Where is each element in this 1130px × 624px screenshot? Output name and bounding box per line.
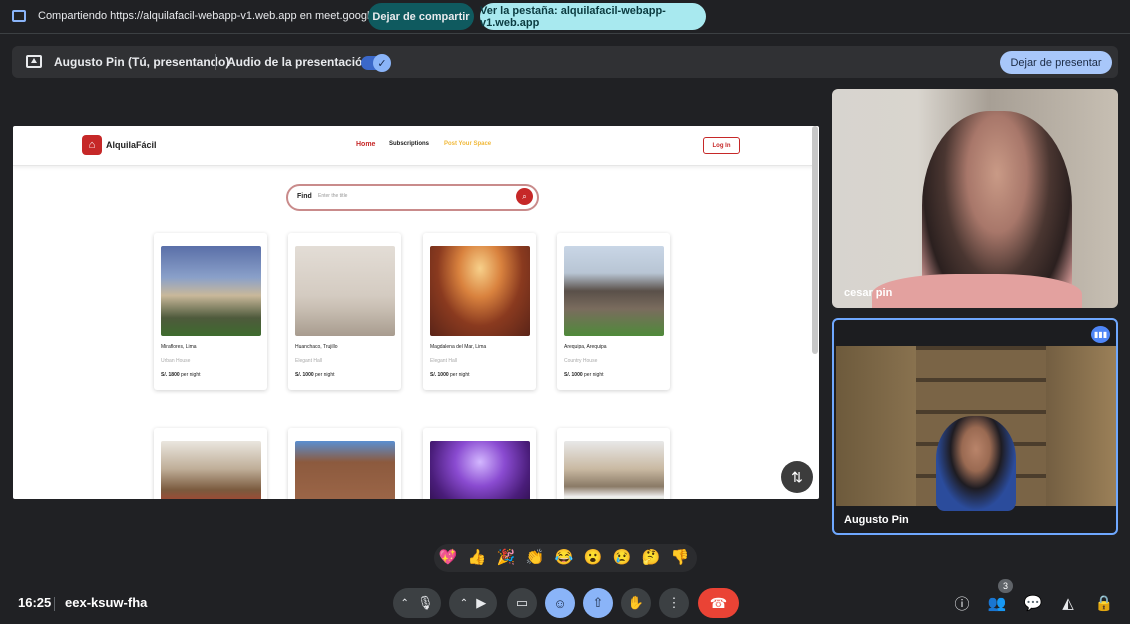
participant-name: Augusto Pin	[844, 514, 909, 526]
crying-reaction[interactable]: 😢	[612, 548, 632, 568]
listing-card[interactable]: Huanchaco, Trujillo Elegant Hall S/. 100…	[288, 233, 401, 390]
participant-video	[872, 274, 1082, 308]
webapp-brand[interactable]: AlquilaFácil	[106, 140, 157, 150]
screen-share-icon	[12, 10, 26, 22]
listing-card[interactable]: Miraflores, Lima Urban House S/. 1800 pe…	[154, 233, 267, 390]
presenter-name: Augusto Pin (Tú, presentando)	[54, 55, 230, 69]
chat-icon[interactable]: 💬	[1022, 592, 1044, 614]
listing-type: Country House	[564, 358, 598, 364]
clapping-reaction[interactable]: 👏	[525, 548, 545, 568]
search-label: Find	[297, 193, 312, 200]
listing-photo	[161, 441, 261, 499]
party-popper-reaction[interactable]: 🎉	[496, 548, 516, 568]
nav-home-link[interactable]: Home	[356, 141, 375, 148]
reactions-button[interactable]: ☺	[545, 588, 575, 618]
thumbs-up-reaction[interactable]: 👍	[467, 548, 487, 568]
listing-location: Miraflores, Lima	[161, 344, 197, 350]
nav-post-space-link[interactable]: Post Your Space	[444, 141, 491, 147]
listing-card[interactable]	[154, 428, 267, 499]
present-button[interactable]: ⇧	[583, 588, 613, 618]
listing-photo	[430, 441, 530, 499]
camera-button[interactable]: ⌃ ▶	[449, 588, 497, 618]
surprised-reaction[interactable]: 😮	[583, 548, 603, 568]
check-icon[interactable]: ✓	[373, 54, 391, 72]
listing-photo	[161, 246, 261, 336]
present-screen-icon: ⇧	[592, 595, 604, 610]
chevron-up-icon[interactable]: ⌃	[460, 598, 468, 609]
leave-call-button[interactable]: ☎	[698, 588, 739, 618]
more-options-button[interactable]: ⋮	[659, 588, 689, 618]
chevron-up-icon[interactable]: ⌃	[401, 598, 409, 609]
shared-screen-scrollbar[interactable]	[812, 126, 818, 354]
microphone-icon[interactable]: 🎙	[417, 595, 434, 611]
listing-type: Elegant Hall	[295, 358, 322, 364]
clock-time: 16:25	[18, 595, 52, 610]
activities-icon[interactable]: ◭	[1057, 592, 1079, 614]
search-input[interactable]: Enter the title	[318, 193, 347, 199]
view-tab-button[interactable]: Ver la pestaña: alquilafacil-webapp-v1.w…	[480, 3, 706, 30]
participant-tile-cesar[interactable]	[832, 89, 1118, 308]
listing-location: Huanchaco, Trujillo	[295, 344, 338, 350]
participant-name: cesar pin	[844, 287, 893, 299]
listing-price: S/. 1800 per night	[161, 372, 201, 378]
divider	[54, 597, 55, 611]
stop-presenting-button[interactable]: Dejar de presentar	[1000, 51, 1112, 74]
captions-button[interactable]: ▭	[507, 588, 537, 618]
listing-card[interactable]: Magdalena del Mar, Lima Elegant Hall S/.…	[423, 233, 536, 390]
microphone-button[interactable]: ⌃ 🎙	[393, 588, 441, 618]
people-count-badge: 3	[998, 579, 1013, 593]
nav-subscriptions-link[interactable]: Subscriptions	[389, 141, 429, 147]
listing-photo	[295, 441, 395, 499]
participant-tile-augusto[interactable]	[832, 318, 1118, 535]
camera-icon[interactable]: ▶	[476, 595, 486, 611]
search-icon[interactable]: ⌕	[516, 188, 533, 205]
raise-hand-button[interactable]: ✋	[621, 588, 651, 618]
listing-photo	[430, 246, 530, 336]
share-status-text: Compartiendo https://alquilafacil-webapp…	[38, 10, 400, 22]
thumbs-down-reaction[interactable]: 👎	[670, 548, 690, 568]
phone-hangup-icon: ☎	[709, 594, 728, 611]
listing-location: Magdalena del Mar, Lima	[430, 344, 487, 350]
listing-card[interactable]: Arequipa, Arequipa Country House S/. 100…	[557, 233, 670, 390]
listing-location: Arequipa, Arequipa	[564, 344, 607, 350]
meeting-code[interactable]: eex-ksuw-fha	[65, 595, 147, 610]
participant-person	[936, 416, 1016, 511]
captions-icon: ▭	[515, 595, 529, 610]
speaking-indicator-icon: ▮▮▮	[1091, 326, 1110, 343]
login-button[interactable]: Log In	[703, 137, 740, 154]
listing-price: S/. 1000 per night	[295, 372, 335, 378]
more-vert-icon: ⋮	[667, 595, 681, 610]
listing-card[interactable]	[557, 428, 670, 499]
listing-price: S/. 1000 per night	[430, 372, 470, 378]
host-controls-icon[interactable]: 🔒	[1093, 592, 1115, 614]
listing-card[interactable]	[423, 428, 536, 499]
listing-photo	[564, 441, 664, 499]
scroll-arrows-icon[interactable]: ⇅	[781, 461, 813, 493]
emoji-icon: ☺	[553, 595, 567, 611]
presentation-audio-label: Audio de la presentación	[227, 55, 370, 69]
hand-icon: ✋	[627, 595, 645, 610]
participant-video	[836, 346, 1116, 511]
thinking-reaction[interactable]: 🤔	[641, 548, 661, 568]
divider	[215, 54, 216, 70]
listing-type: Urban House	[161, 358, 191, 364]
house-icon[interactable]: ⌂	[82, 135, 102, 155]
listing-price: S/. 1000 per night	[564, 372, 604, 378]
listing-photo	[564, 246, 664, 336]
shared-screen: ⌂ AlquilaFácil Home Subscriptions Post Y…	[13, 126, 819, 499]
heart-reaction[interactable]: 💖	[438, 548, 458, 568]
people-icon[interactable]: 👥	[986, 592, 1008, 614]
present-screen-icon	[26, 55, 42, 68]
listing-photo	[295, 246, 395, 336]
stop-sharing-button[interactable]: Dejar de compartir	[368, 3, 474, 30]
meeting-info-icon[interactable]: ⓘ	[951, 592, 973, 614]
listing-type: Elegant Hall	[430, 358, 457, 364]
laughing-reaction[interactable]: 😂	[554, 548, 574, 568]
listing-card[interactable]	[288, 428, 401, 499]
